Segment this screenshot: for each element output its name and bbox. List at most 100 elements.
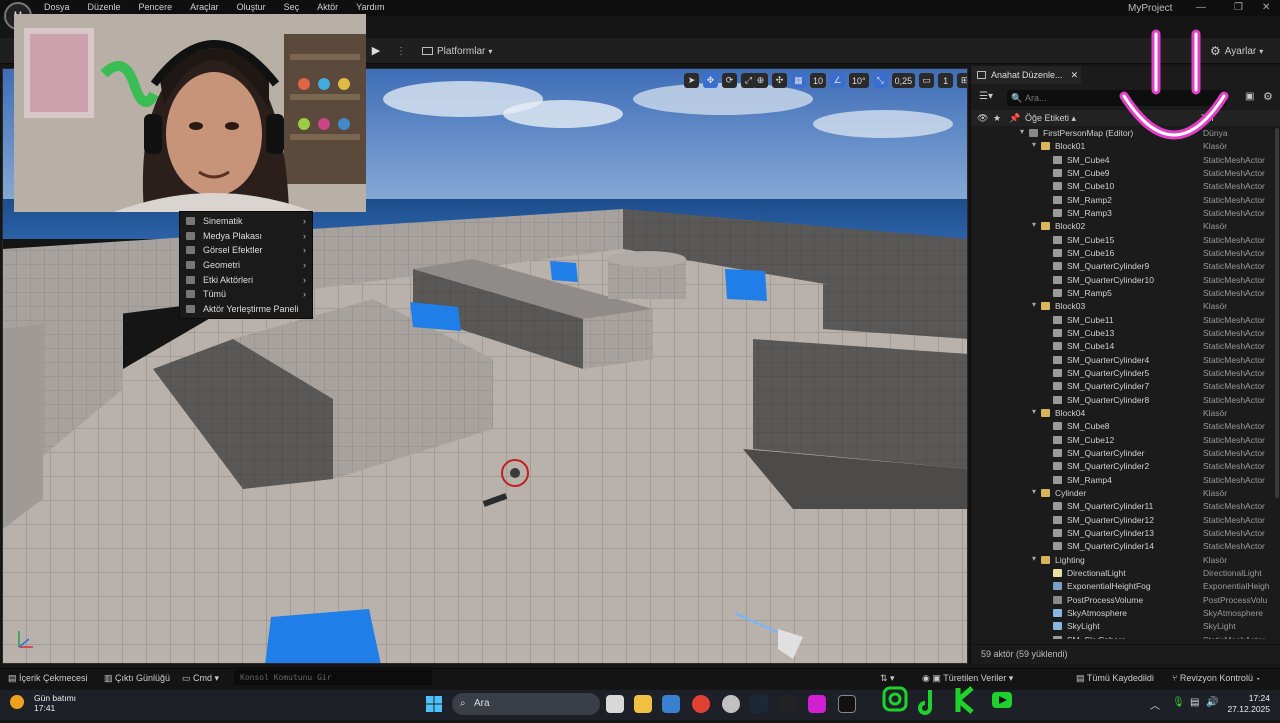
outliner-row[interactable]: SM_QuarterCylinder2 StaticMeshActor (971, 460, 1280, 473)
outliner-row[interactable]: ExponentialHeightFog ExponentialHeigh (971, 580, 1280, 593)
favorite-column-icon[interactable]: ★ (993, 113, 1001, 124)
outliner-row[interactable]: SM_QuarterCylinder9 StaticMeshActor (971, 260, 1280, 273)
menu-item[interactable]: Araçlar (190, 2, 219, 12)
unreal-editor-icon[interactable] (838, 695, 856, 713)
outliner-row[interactable]: SM_Cube13 StaticMeshActor (971, 327, 1280, 340)
minimize-icon[interactable]: — (1196, 2, 1206, 13)
task-view-icon[interactable] (606, 695, 624, 713)
menu-item[interactable]: Pencere (139, 2, 173, 12)
grid-snap-icon[interactable]: ▦ (791, 73, 806, 88)
grid-snap-value[interactable]: 10 (810, 73, 827, 88)
rotation-snap-value[interactable]: 10° (849, 73, 869, 88)
outliner-row[interactable]: SM_QuarterCylinder8 StaticMeshActor (971, 394, 1280, 407)
outliner-row[interactable]: SM_Ramp3 StaticMeshActor (971, 207, 1280, 220)
taskbar-search[interactable]: ⌕ Ara (452, 693, 600, 715)
outliner-settings-icon[interactable]: ⚙ (1263, 90, 1273, 103)
outliner-folder[interactable]: ▾ Block02 Klasör (971, 220, 1280, 233)
camera-speed-value[interactable]: 1 (938, 73, 954, 88)
play-button[interactable]: ▶ (368, 43, 384, 59)
windows-start-icon[interactable] (425, 695, 443, 713)
outliner-row[interactable]: SM_QuarterCylinder12 StaticMeshActor (971, 514, 1280, 527)
content-drawer-button[interactable]: ▤ İçerik Çekmecesi (8, 673, 88, 684)
platforms-button[interactable]: Platformlar ▾ (422, 42, 492, 60)
outliner-row[interactable]: SM_Ramp4 StaticMeshActor (971, 474, 1280, 487)
tab-outliner[interactable]: Anahat Düzenle... ✕ (971, 66, 1081, 84)
add-folder-icon[interactable]: ▣ (1245, 91, 1254, 102)
maximize-icon[interactable]: ❐ (1234, 2, 1243, 13)
context-menu-item[interactable]: Aktör Yerleştirme Paneli (180, 302, 312, 317)
menu-item[interactable]: Oluştur (237, 2, 266, 12)
world-space-icon[interactable]: ⊕ (753, 73, 768, 88)
maximize-viewport-icon[interactable]: ⊞ (957, 73, 967, 88)
filter-icon[interactable]: ☰▾ (979, 91, 993, 102)
close-tab-icon[interactable]: ✕ (1071, 70, 1079, 81)
column-label-header[interactable]: Öğe Etiketi ▴ (1025, 113, 1076, 124)
outliner-row[interactable]: SM_QuarterCylinder11 StaticMeshActor (971, 500, 1280, 513)
outliner-row[interactable]: SM_Cube10 StaticMeshActor (971, 180, 1280, 193)
network-icon[interactable]: ▤ (1190, 697, 1199, 708)
expand-arrow-icon[interactable]: ▾ (1032, 140, 1036, 149)
file-explorer-icon[interactable] (634, 695, 652, 713)
outliner-row[interactable]: SM_Ramp5 StaticMeshActor (971, 287, 1280, 300)
outliner-row[interactable]: SM_Cube8 StaticMeshActor (971, 420, 1280, 433)
save-all-button[interactable]: ▤ Tümü Kaydedildi (1076, 673, 1154, 684)
surface-snap-icon[interactable]: ✣ (772, 73, 787, 88)
outliner-row[interactable]: SM_Cube16 StaticMeshActor (971, 247, 1280, 260)
microphone-icon[interactable]: 🎙 (1172, 697, 1185, 708)
translate-mode-icon[interactable]: ✥ (703, 73, 718, 88)
outliner-folder[interactable]: ▾ Cylinder Klasör (971, 487, 1280, 500)
menu-item[interactable]: Seç (284, 2, 300, 12)
expand-arrow-icon[interactable]: ▾ (1032, 554, 1036, 563)
weather-widget[interactable]: Gün batımı 17:41 (10, 693, 76, 713)
outliner-folder[interactable]: ▾ Block03 Klasör (971, 300, 1280, 313)
menu-item[interactable]: Dosya (44, 2, 70, 12)
output-log-button[interactable]: ▥ Çıktı Günlüğü (104, 673, 170, 684)
outliner-row[interactable]: PostProcessVolume PostProcessVolu (971, 594, 1280, 607)
revision-control-button[interactable]: ⑂ Revizyon Kontrolü ▾ (1172, 673, 1261, 683)
context-menu-item[interactable]: Tümü › (180, 287, 312, 302)
outliner-row[interactable]: SM_QuarterCylinder13 StaticMeshActor (971, 527, 1280, 540)
epic-games-icon[interactable] (780, 695, 798, 713)
rotation-snap-icon[interactable]: ∠ (830, 73, 846, 88)
outliner-folder[interactable]: ▾ Block04 Klasör (971, 407, 1280, 420)
github-icon[interactable] (722, 695, 740, 713)
visibility-column-icon[interactable]: 👁 (977, 113, 988, 124)
outliner-row[interactable]: DirectionalLight DirectionalLight (971, 567, 1280, 580)
outliner-row[interactable]: SkyLight SkyLight (971, 620, 1280, 633)
pin-column-icon[interactable]: 📌 (1009, 113, 1020, 124)
expand-arrow-icon[interactable]: ▾ (1032, 407, 1036, 416)
menu-item[interactable]: Düzenle (88, 2, 121, 12)
outliner-row[interactable]: SM_Cube9 StaticMeshActor (971, 167, 1280, 180)
source-control-icon[interactable]: ⇅ ▾ (880, 673, 895, 684)
outliner-folder[interactable]: ▾ Lighting Klasör (971, 554, 1280, 567)
outliner-row[interactable]: SM_QuarterCylinder StaticMeshActor (971, 447, 1280, 460)
rotate-mode-icon[interactable]: ⟳ (722, 73, 737, 88)
outliner-row[interactable]: SM_QuarterCylinder4 StaticMeshActor (971, 354, 1280, 367)
volume-icon[interactable]: 🔊 (1206, 697, 1218, 708)
camera-speed-icon[interactable]: ▭ (919, 73, 935, 88)
outliner-row[interactable]: SkyAtmosphere SkyAtmosphere (971, 607, 1280, 620)
context-menu-item[interactable]: Etki Aktörleri › (180, 272, 312, 287)
context-menu-item[interactable]: Medya Plakası › (180, 229, 312, 244)
outliner-row[interactable]: SM_QuarterCylinder7 StaticMeshActor (971, 380, 1280, 393)
store-icon[interactable] (662, 695, 680, 713)
select-mode-icon[interactable]: ➤ (684, 73, 699, 88)
app-icon[interactable] (808, 695, 826, 713)
outliner-row[interactable]: SM_Cube11 StaticMeshActor (971, 314, 1280, 327)
expand-arrow-icon[interactable]: ▾ (1032, 220, 1036, 229)
expand-arrow-icon[interactable]: ▾ (1020, 127, 1024, 136)
menu-item[interactable]: Aktör (317, 2, 338, 12)
outliner-scrollbar[interactable] (1275, 128, 1279, 498)
derived-data-button[interactable]: ◉ ▣ Türetilen Veriler ▾ (922, 673, 1013, 684)
chrome-icon[interactable] (692, 695, 710, 713)
outliner-row[interactable]: SM_SkySphere StaticMeshActor (971, 634, 1280, 639)
outliner-row[interactable]: SM_Cube12 StaticMeshActor (971, 434, 1280, 447)
cmd-dropdown[interactable]: ▭ Cmd ▾ (182, 673, 219, 684)
steam-icon[interactable] (750, 695, 768, 713)
scale-snap-value[interactable]: 0,25 (891, 73, 916, 88)
chevron-up-icon[interactable]: ︿ (1150, 697, 1160, 712)
outliner-row[interactable]: SM_QuarterCylinder14 StaticMeshActor (971, 540, 1280, 553)
close-icon[interactable]: ✕ (1262, 2, 1270, 13)
outliner-row[interactable]: SM_Ramp2 StaticMeshActor (971, 194, 1280, 207)
context-menu-item[interactable]: Görsel Efektler › (180, 243, 312, 258)
